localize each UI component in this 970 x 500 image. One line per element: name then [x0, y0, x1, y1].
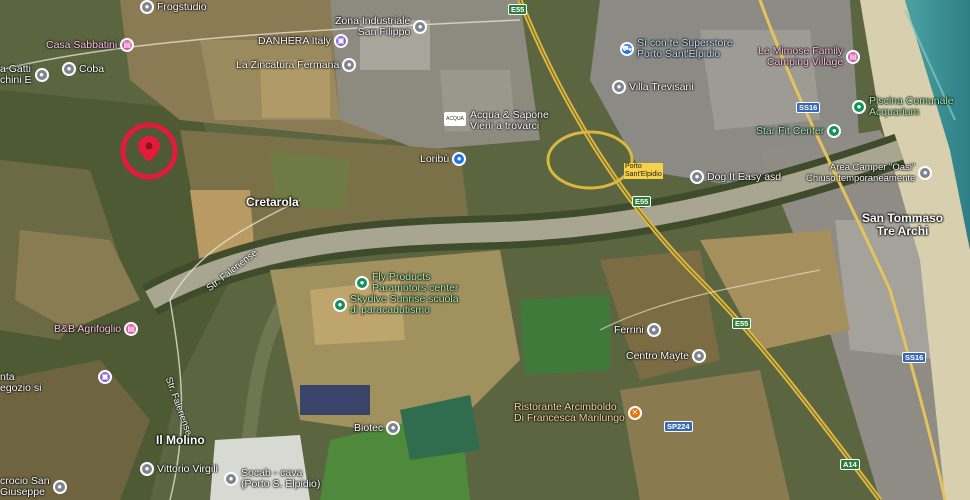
gray-location-pin-icon: ●: [692, 349, 707, 363]
poi-label: B&B Agrifoglio: [54, 322, 122, 335]
poi-negozio[interactable]: nta egozio si: [0, 372, 41, 394]
poi-skydive-sunrise[interactable]: ● Skydive Sunrise scuola di paracadutism…: [333, 294, 459, 316]
poi-sicon-superstore[interactable]: ⛟ Sì con te Superstore Porto Sant'Elpidi…: [620, 38, 733, 60]
town-label-cretarola: Cretarola: [246, 195, 299, 209]
satellite-terrain: [0, 0, 970, 500]
poi-label: Area Camper "Oasi" Chiuso temporaneament…: [806, 162, 916, 184]
poi-villa-trevisani[interactable]: ● Villa Trevisani: [612, 80, 694, 94]
poi-label: Casa Sabbatini: [46, 38, 118, 51]
poi-dog-it-easy[interactable]: ● Dog It Easy asd: [690, 170, 781, 184]
poi-label: Vittorio Virgili: [157, 462, 218, 475]
road-shield-e55-mid: E55: [632, 196, 652, 207]
gym-pin-icon: ●: [827, 124, 842, 138]
poi-purple-store[interactable]: ▣: [98, 370, 112, 384]
town-label-il-molino: Il Molino: [156, 433, 205, 447]
gray-location-pin-icon: ●: [646, 323, 661, 337]
green-location-pin-icon: ●: [355, 276, 369, 290]
poi-acqua-sapone[interactable]: Acqua & Sapone Vieni a trovarci: [470, 110, 549, 132]
selected-location-marker[interactable]: [120, 122, 178, 180]
gray-location-pin-icon: ●: [52, 480, 67, 494]
poi-coba[interactable]: ● Coba: [62, 62, 104, 76]
poi-danhera[interactable]: DANHERA Italy ▣: [258, 34, 348, 48]
gray-location-pin-icon: ●: [690, 170, 704, 184]
poi-vittorio-virgili[interactable]: ● Vittorio Virgili: [140, 462, 218, 476]
gray-location-pin-icon: ●: [386, 421, 401, 435]
poi-bb-agrifoglio[interactable]: B&B Agrifoglio ▤: [54, 322, 139, 336]
poi-label: DANHERA Italy: [258, 34, 331, 47]
gray-location-pin-icon: ●: [140, 462, 154, 476]
poi-ristorante-arcimboldo[interactable]: Ristorante Arcimboldo Di Francesca Maril…: [514, 402, 642, 424]
poi-label: Le Mimose Family Camping Village: [758, 45, 844, 68]
green-location-pin-icon: ●: [333, 298, 347, 312]
poi-socab-cava[interactable]: ● Socab - cava (Porto S. Elpidio): [224, 468, 320, 490]
restaurant-pin-icon: ✕: [627, 406, 642, 420]
satellite-map[interactable]: Cretarola San Tommaso Tre Archi Il Molin…: [0, 0, 970, 500]
poi-star-fit-center[interactable]: Star Fit Center ●: [756, 124, 842, 138]
poi-label: Ristorante Arcimboldo Di Francesca Maril…: [514, 401, 625, 424]
poi-label: Fly Products Paramotors center: [372, 271, 459, 294]
store-pin-icon: ▣: [333, 34, 348, 48]
poi-gatti-chini[interactable]: a Gatti chini E ●: [0, 64, 49, 86]
road-shield-ss16-lower: SS16: [902, 352, 927, 363]
poi-frogstudio[interactable]: ● Frogstudio: [140, 0, 207, 14]
gray-location-pin-icon: ●: [918, 166, 933, 180]
road-shield-a14: A14: [840, 459, 860, 470]
poi-casa-sabbatini[interactable]: Casa Sabbatini ▤: [46, 38, 135, 52]
poi-loribu[interactable]: Loribù ●: [420, 152, 467, 166]
road-shield-ss16-top: SS16: [796, 102, 821, 113]
poi-label: Acqua & Sapone Vieni a trovarci: [470, 109, 549, 132]
poi-label: nta egozio si: [0, 371, 42, 394]
poi-label: Ferrini: [614, 323, 644, 336]
poi-label: Skydive Sunrise scuola di paracadutismo: [350, 293, 459, 316]
gray-location-pin-icon: ●: [62, 62, 76, 76]
poi-label: La Zincatura Fermana: [236, 58, 340, 71]
shopping-cart-pin-icon: ⛟: [620, 42, 634, 56]
gray-location-pin-icon: ●: [34, 68, 49, 82]
swimming-pool-pin-icon: ●: [852, 100, 866, 114]
poi-label: Sì con te Superstore Porto Sant'Elpidio: [637, 37, 733, 60]
poi-biotec[interactable]: Biotec ●: [354, 421, 401, 435]
poi-zincatura-fermana[interactable]: La Zincatura Fermana ●: [236, 58, 357, 72]
poi-label: Frogstudio: [157, 0, 207, 13]
poi-centro-mayte[interactable]: Centro Mayte ●: [626, 349, 707, 363]
gray-location-pin-icon: ●: [140, 0, 154, 14]
gray-location-pin-icon: ●: [342, 58, 357, 72]
poi-label: crocio San Giuseppe: [0, 475, 50, 498]
motorway-exit-sign: Porto Sant'Elpidio: [624, 163, 663, 179]
store-pin-icon: ▣: [98, 370, 112, 384]
poi-label: a Gatti chini E: [0, 63, 32, 86]
poi-label: Biotec: [354, 421, 384, 434]
poi-label: Star Fit Center: [756, 124, 825, 137]
road-shield-e55-top: E55: [508, 4, 528, 15]
road-shield-e55-lower: E55: [732, 318, 752, 329]
lodging-pin-icon: ▤: [120, 38, 135, 52]
poi-zona-industriale[interactable]: Zona Industriale San Filippo ●: [335, 16, 428, 38]
poi-fly-products[interactable]: ● Fly Products Paramotors center: [355, 272, 458, 294]
shopping-bag-pin-icon: ●: [452, 152, 467, 166]
gray-location-pin-icon: ●: [612, 80, 626, 94]
poi-label: Centro Mayte: [626, 349, 690, 362]
poi-label: Piscina Comunale Acquarium: [869, 95, 954, 118]
poi-label: Dog It Easy asd: [707, 170, 782, 183]
poi-area-camper-oasi[interactable]: Area Camper "Oasi" Chiuso temporaneament…: [806, 162, 933, 184]
lodging-pin-icon: ▤: [124, 322, 139, 336]
poi-crocicchio-san-giuseppe[interactable]: crocio San Giuseppe ●: [0, 476, 67, 498]
red-location-marker-icon: [120, 122, 178, 180]
lodging-pin-icon: ▤: [846, 50, 861, 64]
poi-piscina-comunale[interactable]: ● Piscina Comunale Acquarium: [852, 96, 954, 118]
poi-label: Coba: [79, 62, 105, 75]
poi-le-mimose-camping[interactable]: Le Mimose Family Camping Village ▤: [758, 45, 861, 68]
poi-label: Loribù: [420, 152, 450, 165]
gray-location-pin-icon: ●: [224, 472, 238, 486]
poi-ferrini[interactable]: Ferrini ●: [614, 323, 661, 337]
poi-label: Villa Trevisani: [629, 80, 694, 93]
poi-label: Socab - cava (Porto S. Elpidio): [241, 467, 321, 490]
town-label-san-tommaso: San Tommaso Tre Archi: [862, 211, 944, 238]
acqua-sapone-logo: ACQUA: [444, 112, 466, 126]
gray-location-pin-icon: ●: [413, 20, 428, 34]
road-shield-sp224: SP224: [664, 421, 693, 432]
